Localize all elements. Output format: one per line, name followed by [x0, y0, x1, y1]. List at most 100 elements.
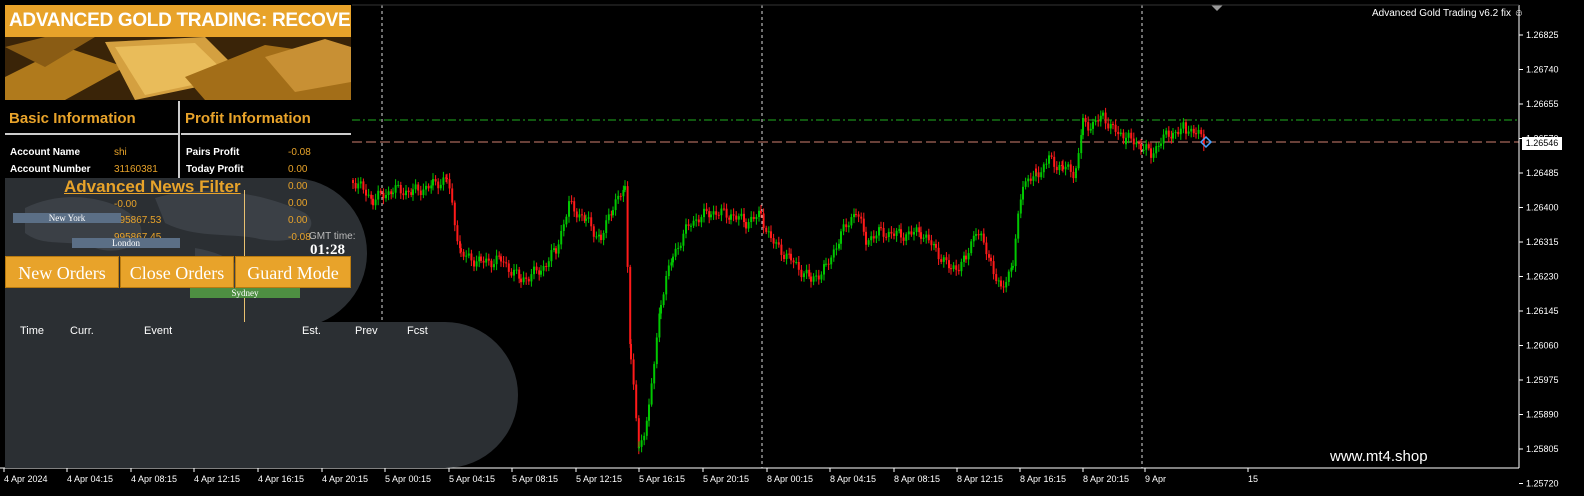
candle-body: [1092, 121, 1094, 129]
price-tick-label: 1.26655: [1526, 99, 1559, 109]
candle-body: [427, 185, 430, 189]
candle-body: [720, 208, 723, 216]
candle-body: [1042, 164, 1045, 173]
candle-body: [692, 220, 695, 226]
time-tick-label: 9 Apr: [1145, 474, 1166, 484]
candle-body: [685, 224, 687, 234]
candle-body: [1130, 132, 1133, 139]
new-orders-button[interactable]: New Orders: [5, 256, 119, 288]
candle-body: [910, 231, 913, 235]
candle-body: [650, 383, 653, 405]
candle-body: [1087, 122, 1090, 131]
candle-body: [902, 237, 905, 241]
candle-body: [557, 244, 560, 254]
account-number-label: Account Number: [10, 164, 91, 175]
candle-body: [648, 404, 650, 421]
candle-body: [790, 253, 792, 261]
candle-body: [705, 208, 708, 212]
candle-body: [710, 214, 712, 218]
watermark: www.mt4.shop: [1330, 448, 1428, 465]
candle-body: [451, 188, 454, 203]
candle-body: [977, 234, 980, 236]
candle-body: [700, 217, 703, 223]
candle-body: [600, 234, 602, 241]
candle-body: [823, 264, 825, 275]
candle-body: [783, 254, 785, 259]
col-forecast: Fcst: [407, 325, 428, 337]
profit-value-5: 0.00: [288, 215, 308, 226]
candle-body: [478, 256, 481, 262]
candle-body: [545, 266, 548, 268]
time-tick-label: 4 Apr 04:15: [67, 474, 113, 484]
candle-body: [988, 254, 990, 258]
candle-body: [655, 337, 658, 365]
candle-body: [1179, 128, 1182, 135]
candle-body: [935, 244, 937, 248]
candle-body: [387, 191, 390, 196]
candle-body: [1040, 172, 1043, 178]
col-currency: Curr.: [70, 325, 94, 337]
candle-body: [632, 359, 635, 385]
candle-body: [460, 248, 462, 252]
candle-body: [725, 208, 728, 218]
candle-body: [887, 231, 890, 238]
candle-body: [490, 260, 493, 268]
candle-body: [1062, 165, 1064, 170]
candle-body: [762, 213, 765, 228]
candle-body: [937, 247, 940, 260]
time-tick-label: 15: [1248, 474, 1258, 484]
candle-body: [1112, 124, 1114, 126]
candle-body: [867, 240, 870, 245]
candle-body: [515, 269, 518, 271]
time-tick-label: 4 Apr 12:15: [194, 474, 240, 484]
candle-body: [480, 256, 482, 261]
candle-body: [553, 248, 555, 251]
candle-body: [568, 201, 570, 217]
candle-body: [915, 227, 918, 233]
candle-body: [1185, 126, 1187, 134]
candle-body: [658, 313, 661, 338]
close-orders-button[interactable]: Close Orders: [120, 256, 234, 288]
candle-body: [1037, 172, 1040, 178]
price-tick-label: 1.26485: [1526, 168, 1559, 178]
candle-body: [1174, 131, 1177, 133]
candle-body: [467, 253, 470, 256]
candle-body: [1080, 135, 1083, 154]
candle-body: [535, 266, 538, 271]
candle-body: [1150, 148, 1152, 158]
candle-body: [788, 253, 791, 255]
candle-body: [1097, 120, 1100, 122]
candle-body: [585, 218, 587, 221]
candle-body: [922, 237, 925, 239]
candle-body: [1050, 155, 1053, 157]
candle-body: [747, 222, 750, 229]
candle-body: [439, 184, 442, 189]
candle-body: [695, 219, 698, 221]
time-tick-label: 4 Apr 16:15: [258, 474, 304, 484]
candle-body: [740, 213, 743, 217]
profit-value-3: 0.00: [288, 181, 308, 192]
candle-body: [1104, 112, 1107, 124]
candle-body: [942, 257, 945, 262]
guard-mode-button[interactable]: Guard Mode: [235, 256, 351, 288]
candle-body: [870, 236, 873, 241]
candle-body: [758, 210, 760, 218]
pairs-profit-label: Pairs Profit: [186, 147, 240, 158]
session-sydney: Sydney: [190, 288, 300, 298]
candle-body: [885, 236, 888, 238]
candle-body: [1125, 137, 1127, 145]
candle-body: [402, 193, 405, 196]
candle-body: [990, 257, 992, 262]
candle-body: [640, 440, 643, 447]
candle-body: [925, 234, 928, 238]
time-tick-label: 8 Apr 16:15: [1020, 474, 1066, 484]
candle-body: [1182, 122, 1185, 129]
candle-body: [617, 195, 620, 200]
candle-body: [399, 184, 402, 194]
candle-body: [540, 270, 542, 275]
candle-body: [842, 224, 845, 232]
candle-body: [573, 201, 576, 212]
candle-body: [382, 192, 385, 199]
candle-body: [533, 266, 535, 275]
candle-body: [972, 235, 975, 242]
